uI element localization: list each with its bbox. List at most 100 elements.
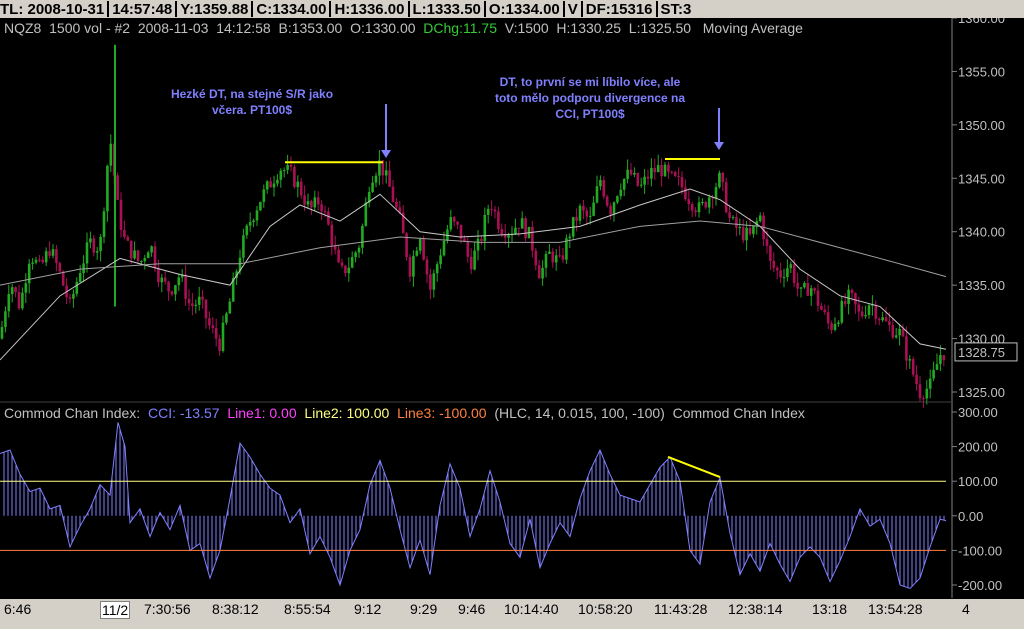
candle-body [490,208,493,210]
candle-body [881,317,884,321]
candle-body [588,215,592,217]
open: O:1330.00 [350,20,416,36]
candle-body [894,335,898,338]
candle-body [405,233,408,258]
candle-body [248,222,252,226]
candle-body [534,250,538,266]
candle-body [922,398,925,400]
candle-body [140,260,143,262]
candle-body [316,197,320,205]
candle-body [34,259,38,263]
time-axis-label: 8:55:54 [284,601,331,617]
low: L:1325.50 [628,20,692,36]
candle-body [303,195,306,205]
candle-body [612,202,616,215]
chart-area[interactable]: Hezké DT, na stejné S/R jako včera. PT100… [0,18,1024,599]
candle-body [622,178,626,190]
candle-body [813,288,816,291]
candle-body [792,264,796,283]
time-axis-label: 13:18 [812,601,848,617]
annotation-left-line: Hezké DT, na stejné S/R jako [171,87,333,101]
candle-body [7,294,11,312]
candle-body [0,326,4,339]
candle-body [769,245,772,261]
candle-body [150,246,153,253]
candle-body [68,297,72,299]
candle-body [218,338,221,351]
candle-body [537,265,541,279]
status-field: ST:3 [660,0,692,18]
candle-body [320,204,323,212]
candle-body [133,250,136,259]
price-tick-label: 1360.00 [958,18,1005,26]
candle-body [425,259,429,275]
candle-body [799,287,803,289]
candle-body [796,282,799,289]
candle-body [735,217,738,228]
candle-body [752,225,755,235]
time-axis-label: 4 [962,601,970,617]
candle-body [629,169,633,175]
candle-body [687,199,691,204]
time-axis-label: 6:46 [4,601,32,617]
field-separator [107,1,110,17]
candle-body [667,164,670,172]
candle-body [310,201,313,208]
candle-body [524,218,527,239]
candle-body [476,238,480,251]
candle-body [412,255,415,277]
candle-body [350,257,354,268]
candle-body [599,180,602,187]
candle-body [857,304,861,312]
status-bar: TL: 2008-10-31 14:57:48 Y:1359.88 C:1334.00… [0,0,1024,19]
candle-body [663,164,667,177]
candle-body [221,322,225,351]
candle-body [439,255,442,265]
candle-body [452,217,456,222]
candle-body [888,321,891,326]
candle-body [701,201,704,203]
candle-body [429,274,432,290]
candle-body [517,227,521,229]
candle-body [82,263,85,274]
candle-body [211,325,215,329]
candle-body [99,236,102,252]
candle-body [136,250,140,262]
time-axis-label: 11/2 [100,601,131,619]
candle-body [225,313,228,323]
candle-body [276,179,279,184]
candle-body [177,277,181,286]
time-axis-label: 11:43:28 [654,601,708,617]
candle-body [228,301,232,314]
candle-body [41,259,45,263]
candle-body [493,209,497,212]
info-line: NQZ8 1500 vol - #2 2008-11-03 14:12:58 B… [4,20,803,38]
candle-body [163,277,167,282]
candle-body [901,328,905,337]
candle-body [616,196,619,203]
candle-body [636,172,640,186]
status-field: DF:15316 [585,0,653,18]
volume: V:1500 [504,20,549,36]
candle-body [89,238,92,243]
candle-body [456,221,459,225]
candle-body [418,238,422,251]
candle-body [660,165,663,177]
annotation-right-line: DT, to první se mi líbilo více, ale [500,75,681,89]
candle-body [789,264,793,269]
candle-body [935,364,939,370]
status-field: H:1336.00 [334,0,405,18]
candle-body [765,239,769,246]
candle-body [208,318,211,326]
candle-body [602,180,606,197]
candle-body [741,226,745,241]
candle-body [85,242,89,264]
price-tick-label: 1355.00 [958,64,1005,79]
bar-time: 14:12:58 [216,20,271,36]
candle-body [51,249,55,256]
candle-body [473,250,476,270]
candle-body [170,291,174,295]
candle-body [340,262,344,266]
status-field: O:1334.00 [488,0,560,18]
candle-body [327,211,330,225]
